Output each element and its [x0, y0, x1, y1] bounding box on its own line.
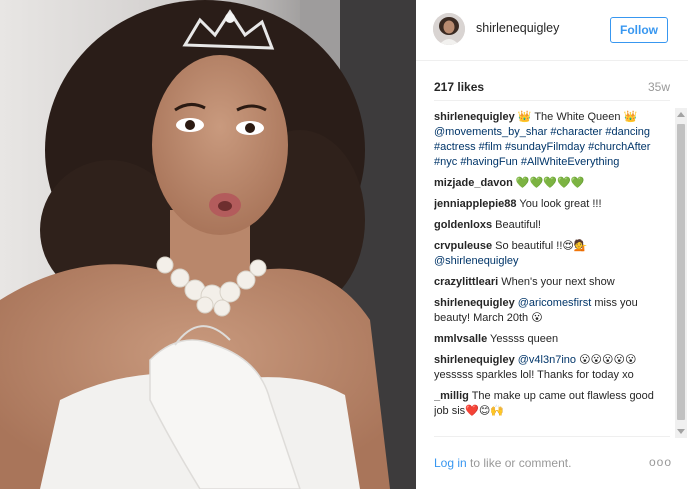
divider [434, 100, 670, 101]
comment-item: jenniapplepie88 You look great !!! [434, 197, 666, 212]
comment-username[interactable]: shirlenequigley [434, 111, 515, 123]
hashtag-link[interactable]: #nyc [434, 156, 457, 168]
comment-item: crazylittleari When's your next show [434, 275, 666, 290]
comment-username[interactable]: crazylittleari [434, 276, 498, 288]
comment-username[interactable]: shirlenequigley [434, 297, 515, 309]
login-prompt-text: to like or comment. [466, 456, 572, 470]
comment-username[interactable]: crvpuleuse [434, 240, 492, 252]
post-details-panel: shirlenequigley Follow 217 likes 35w shi… [416, 0, 688, 489]
comment-text: Yessss queen [487, 333, 559, 345]
hashtag-link[interactable]: #film [479, 141, 502, 153]
comment-item: mmlvsalle Yessss queen [434, 332, 666, 347]
comment-text: You look great !!! [516, 198, 602, 210]
comment-username[interactable]: goldenloxs [434, 219, 492, 231]
scrollbar-thumb[interactable] [677, 124, 685, 420]
comment-item: shirlenequigley @aricomesfirst miss you … [434, 296, 666, 326]
likes-count[interactable]: 217 likes [434, 80, 484, 94]
hashtag-link[interactable]: #AllWhiteEverything [521, 156, 619, 168]
mention-link[interactable]: @shirlenequigley [434, 255, 519, 267]
mention-link[interactable]: @movements_by_shar [434, 126, 547, 138]
comments-scrollbar[interactable] [675, 108, 687, 438]
hashtag-link[interactable]: #sundayFilmday [505, 141, 585, 153]
comment-username[interactable]: jenniapplepie88 [434, 198, 517, 210]
mention-link[interactable]: @aricomesfirst [518, 297, 592, 309]
avatar[interactable] [433, 13, 465, 45]
comment-text: 👑 The White Queen 👑 [514, 111, 638, 123]
comment-text: 💚💚💚💚💚 [512, 177, 585, 189]
post-photo[interactable] [0, 0, 416, 489]
username-link[interactable]: shirlenequigley [476, 21, 559, 35]
login-link[interactable]: Log in [434, 456, 467, 470]
comment-username[interactable]: shirlenequigley [434, 354, 515, 366]
login-prompt: Log in to like or comment. [434, 456, 571, 470]
comment-item: goldenloxs Beautiful! [434, 218, 666, 233]
comment-username[interactable]: mmlvsalle [434, 333, 487, 345]
divider [434, 436, 670, 437]
hashtag-link[interactable]: #actress [434, 141, 476, 153]
hashtag-link[interactable]: #churchAfter [588, 141, 650, 153]
ellipsis-icon[interactable]: ooo [649, 455, 672, 469]
comment-item: shirlenequigley @v4l3n7ino 😮😮😮😮😮 yesssss… [434, 353, 666, 383]
scroll-down-icon[interactable] [677, 429, 685, 434]
comment-text: When's your next show [498, 276, 615, 288]
comment-text: Beautiful! [492, 219, 541, 231]
hashtag-link[interactable]: #character [550, 126, 602, 138]
scroll-up-icon[interactable] [677, 112, 685, 117]
comment-item: mizjade_davon 💚💚💚💚💚 [434, 176, 666, 191]
post-stats: 217 likes 35w [434, 80, 670, 100]
post-age[interactable]: 35w [648, 80, 670, 94]
comment-item: _millig The make up came out flawless go… [434, 389, 666, 419]
post-header: shirlenequigley Follow [416, 0, 688, 61]
comments-list[interactable]: shirlenequigley 👑 The White Queen 👑 @mov… [434, 110, 678, 430]
comment-username[interactable]: mizjade_davon [434, 177, 513, 189]
comment-username[interactable]: _millig [434, 390, 469, 402]
follow-button[interactable]: Follow [610, 17, 668, 43]
photo-image [0, 0, 416, 489]
hashtag-link[interactable]: #havingFun [460, 156, 518, 168]
comment-text: So beautiful !!😍💁 [492, 240, 588, 252]
comment-item: crvpuleuse So beautiful !!😍💁 @shirlenequ… [434, 239, 666, 269]
hashtag-link[interactable]: #dancing [605, 126, 650, 138]
mention-link[interactable]: @v4l3n7ino [518, 354, 576, 366]
comment-item: shirlenequigley 👑 The White Queen 👑 @mov… [434, 110, 666, 170]
